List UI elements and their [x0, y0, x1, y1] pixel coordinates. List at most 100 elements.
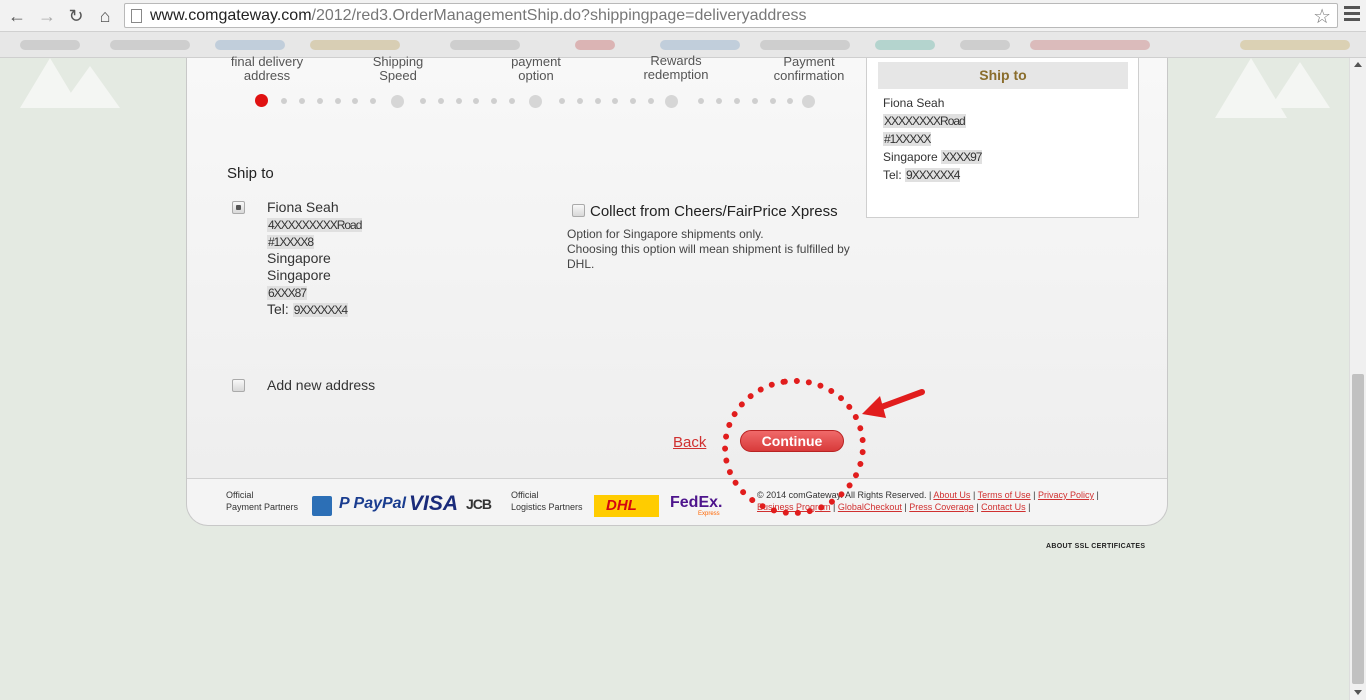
forward-arrow-icon[interactable]: →: [36, 5, 58, 27]
progress-dot: [752, 98, 758, 104]
step-payment-option: payment option: [481, 55, 591, 83]
collect-radio[interactable]: [572, 204, 585, 217]
step-label-line: address: [243, 68, 291, 83]
progress-dot: [438, 98, 444, 104]
fedex-logo: FedEx.: [670, 494, 722, 512]
step-label-line: final delivery: [230, 54, 304, 69]
progress-dot: [299, 98, 305, 104]
progress-dot: [734, 98, 740, 104]
step-payment-confirmation: Payment confirmation: [754, 55, 864, 83]
partners-label-line: Official: [226, 490, 254, 500]
address-bar[interactable]: www.comgateway.com/2012/red3.OrderManage…: [124, 3, 1338, 28]
progress-dot: [595, 98, 601, 104]
progress-dot: [648, 98, 654, 104]
progress-dot: [491, 98, 497, 104]
star-icon[interactable]: ☆: [1313, 4, 1331, 29]
step-label-line: Rewards: [650, 53, 702, 68]
progress-dot: [787, 98, 793, 104]
progress-step-dot: [665, 95, 678, 108]
annotation-arrow-icon: [862, 389, 925, 418]
url-host: www.comgateway.com: [150, 7, 312, 24]
scroll-thumb[interactable]: [1352, 374, 1364, 684]
summary-tel-label: Tel:: [883, 168, 902, 182]
footer-link-globalcheckout[interactable]: GlobalCheckout: [838, 502, 902, 512]
summary-line2-value: #1XXXXX: [883, 132, 931, 146]
summary-line2: #1XXXXX: [883, 132, 931, 146]
progress-dot-active: [255, 94, 268, 107]
footer-link-terms[interactable]: Terms of Use: [978, 490, 1031, 500]
partners-label-line: Payment Partners: [226, 502, 299, 512]
progress-dot: [352, 98, 358, 104]
tel-label: Tel:: [267, 301, 289, 317]
progress-dot: [577, 98, 583, 104]
collect-note-line: Choosing this option will mean shipment …: [567, 242, 850, 271]
url-text: www.comgateway.com/2012/red3.OrderManage…: [150, 7, 807, 25]
paypal-logo: P PayPal: [339, 495, 407, 512]
url-path: /2012/red3.OrderManagementShip.do?shippi…: [311, 7, 807, 24]
progress-step-dot: [391, 95, 404, 108]
page-icon: [131, 9, 142, 23]
summary-name: Fiona Seah: [883, 96, 945, 110]
footer-link-about-us[interactable]: About Us: [933, 490, 970, 500]
progress-dot: [630, 98, 636, 104]
progress-dot: [456, 98, 462, 104]
scroll-up-icon[interactable]: [1354, 62, 1362, 67]
scroll-down-icon[interactable]: [1354, 690, 1362, 695]
add-new-address-label[interactable]: Add new address: [267, 377, 375, 393]
summary-tel: Tel: 9XXXXXX4: [883, 168, 960, 182]
address-postal: 6XXX87: [267, 284, 307, 300]
address-country: Singapore: [267, 267, 331, 283]
summary-city: Singapore XXXX97: [883, 150, 982, 164]
step-label-line: option: [518, 68, 554, 83]
collect-label[interactable]: Collect from Cheers/FairPrice Xpress: [590, 203, 838, 220]
address-line2: #1XXXX8: [267, 233, 314, 249]
progress-dot: [473, 98, 479, 104]
step-label-line: Speed: [379, 68, 417, 83]
address-city: Singapore: [267, 250, 331, 266]
footer-divider: [187, 478, 1167, 479]
step-label-line: Shipping: [372, 54, 424, 69]
logistics-partners-label: Official Logistics Partners: [511, 489, 583, 513]
payment-partners-label: Official Payment Partners: [226, 489, 298, 513]
footer-link-contact-us[interactable]: Contact Us: [981, 502, 1026, 512]
home-icon[interactable]: ⌂: [94, 5, 116, 27]
step-shipping-speed: Shipping Speed: [343, 55, 453, 83]
vertical-scrollbar[interactable]: [1349, 58, 1366, 700]
back-arrow-icon[interactable]: ←: [6, 5, 28, 27]
progress-dot: [420, 98, 426, 104]
saved-address-radio[interactable]: [232, 201, 245, 214]
partners-label-line: Official: [511, 490, 539, 500]
summary-tel-value: 9XXXXXX4: [905, 168, 960, 182]
footer-link-privacy[interactable]: Privacy Policy: [1038, 490, 1094, 500]
background-tree: [60, 66, 120, 108]
menu-icon[interactable]: [1344, 6, 1360, 26]
summary-title: Ship to: [878, 62, 1128, 89]
address-name: Fiona Seah: [267, 199, 339, 215]
summary-line1: XXXXXXXXRoad: [883, 114, 966, 128]
progress-dot: [281, 98, 287, 104]
summary-line1-value: XXXXXXXXRoad: [883, 114, 966, 128]
tel-value: 9XXXXXX4: [292, 303, 348, 317]
address-line1-value: 4XXXXXXXXXRoad: [267, 218, 362, 232]
progress-dot: [317, 98, 323, 104]
ship-to-title: Ship to: [227, 165, 274, 182]
amex-logo: [312, 496, 332, 516]
summary-city-label: Singapore: [883, 150, 938, 164]
progress-step-dot: [529, 95, 542, 108]
reload-icon[interactable]: ↻: [65, 5, 87, 27]
ssl-certificates-link[interactable]: ABOUT SSL CERTIFICATES: [1046, 543, 1145, 550]
visa-logo: VISA: [409, 492, 459, 515]
progress-dot: [370, 98, 376, 104]
progress-dot: [559, 98, 565, 104]
paypal-text: PayPal: [353, 495, 407, 512]
step-label-line: confirmation: [773, 68, 845, 83]
fedex-subtext: Express: [698, 511, 720, 517]
progress-dot: [335, 98, 341, 104]
address-line1: 4XXXXXXXXXRoad: [267, 216, 362, 232]
back-link[interactable]: Back: [673, 434, 706, 451]
add-address-radio[interactable]: [232, 379, 245, 392]
ship-to-summary: Ship to Fiona Seah XXXXXXXXRoad #1XXXXX …: [866, 58, 1139, 218]
step-label-line: redemption: [643, 67, 709, 82]
footer-link-press-coverage[interactable]: Press Coverage: [909, 502, 974, 512]
progress-dot: [716, 98, 722, 104]
